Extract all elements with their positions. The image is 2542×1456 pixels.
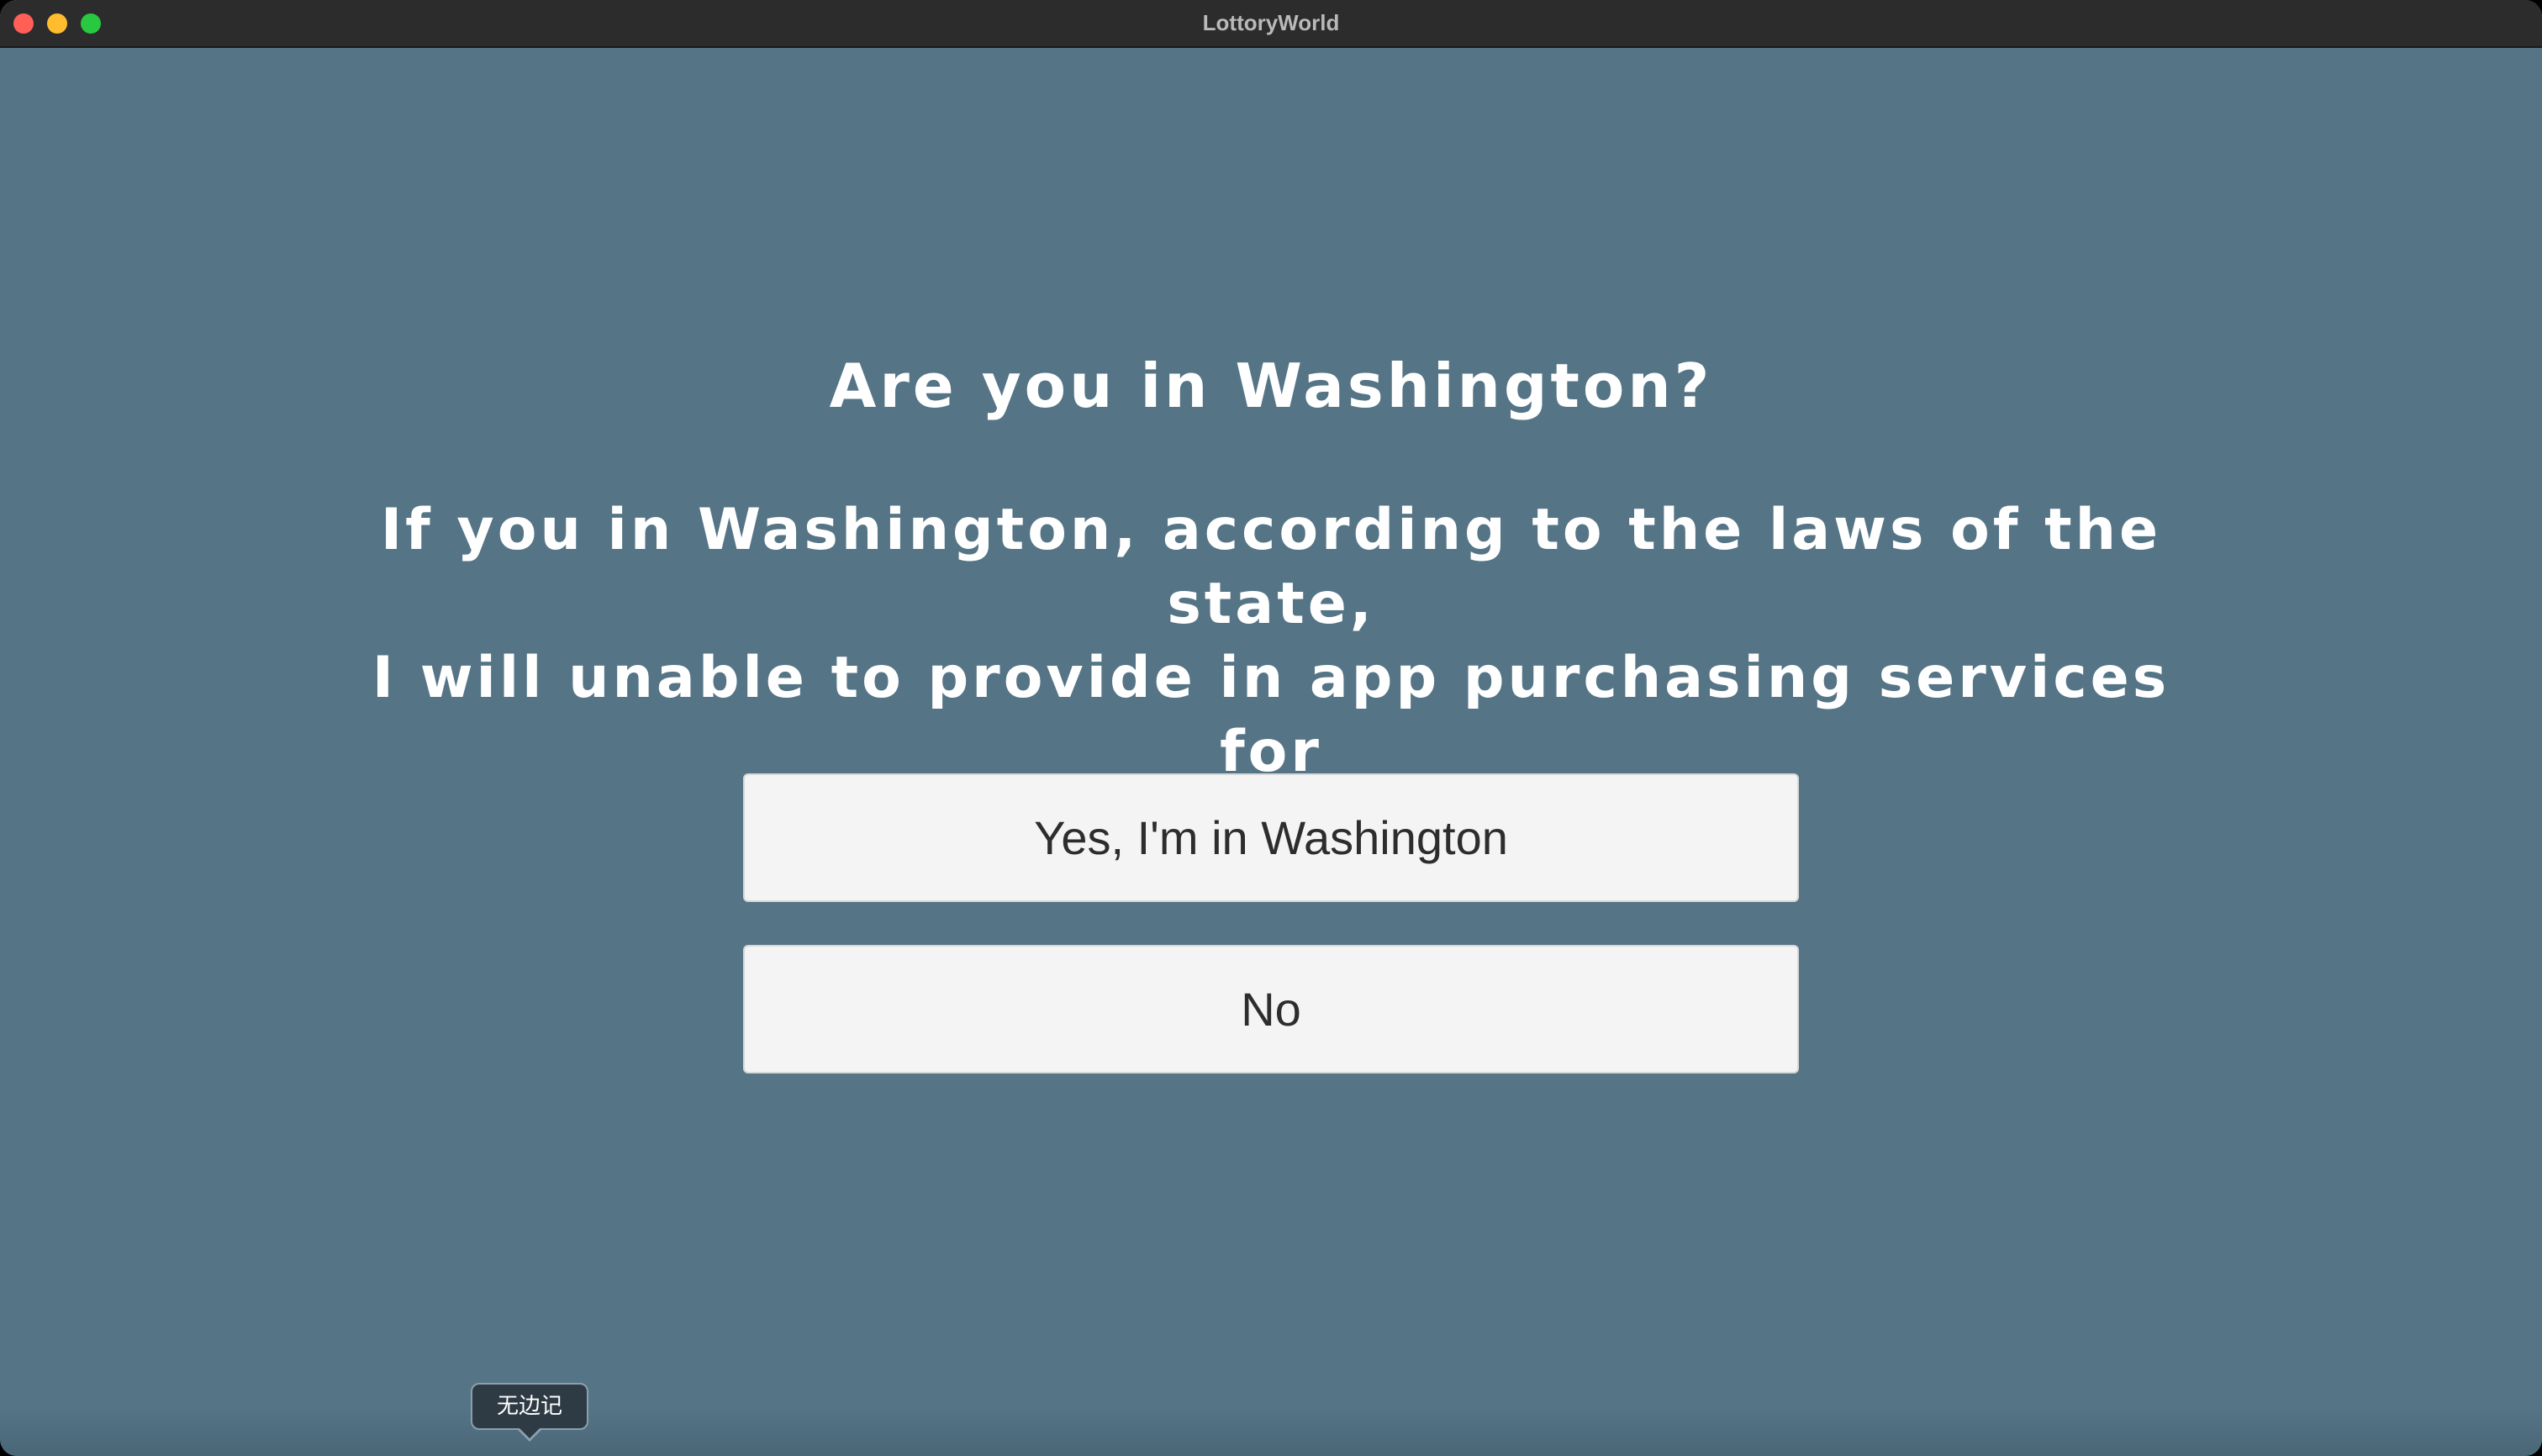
notice-line: I will unable to provide in app purchasi…: [372, 645, 2170, 785]
location-question: Are you in Washington?: [829, 351, 1713, 421]
title-bar: LottoryWorld: [0, 0, 2542, 48]
yes-washington-button[interactable]: Yes, I'm in Washington: [743, 773, 1799, 902]
main-content: Are you in Washington? If you in Washing…: [0, 48, 2542, 1456]
app-window: LottoryWorld Are you in Washington? If y…: [0, 0, 2542, 1456]
window-title: LottoryWorld: [1202, 10, 1340, 35]
notice-line: If you in Washington, according to the l…: [380, 497, 2162, 637]
dock-shadow: [0, 1406, 2542, 1456]
tooltip-arrow-inner: [519, 1427, 541, 1438]
no-button[interactable]: No: [743, 945, 1799, 1074]
dock-tooltip: 无边记: [471, 1383, 588, 1430]
